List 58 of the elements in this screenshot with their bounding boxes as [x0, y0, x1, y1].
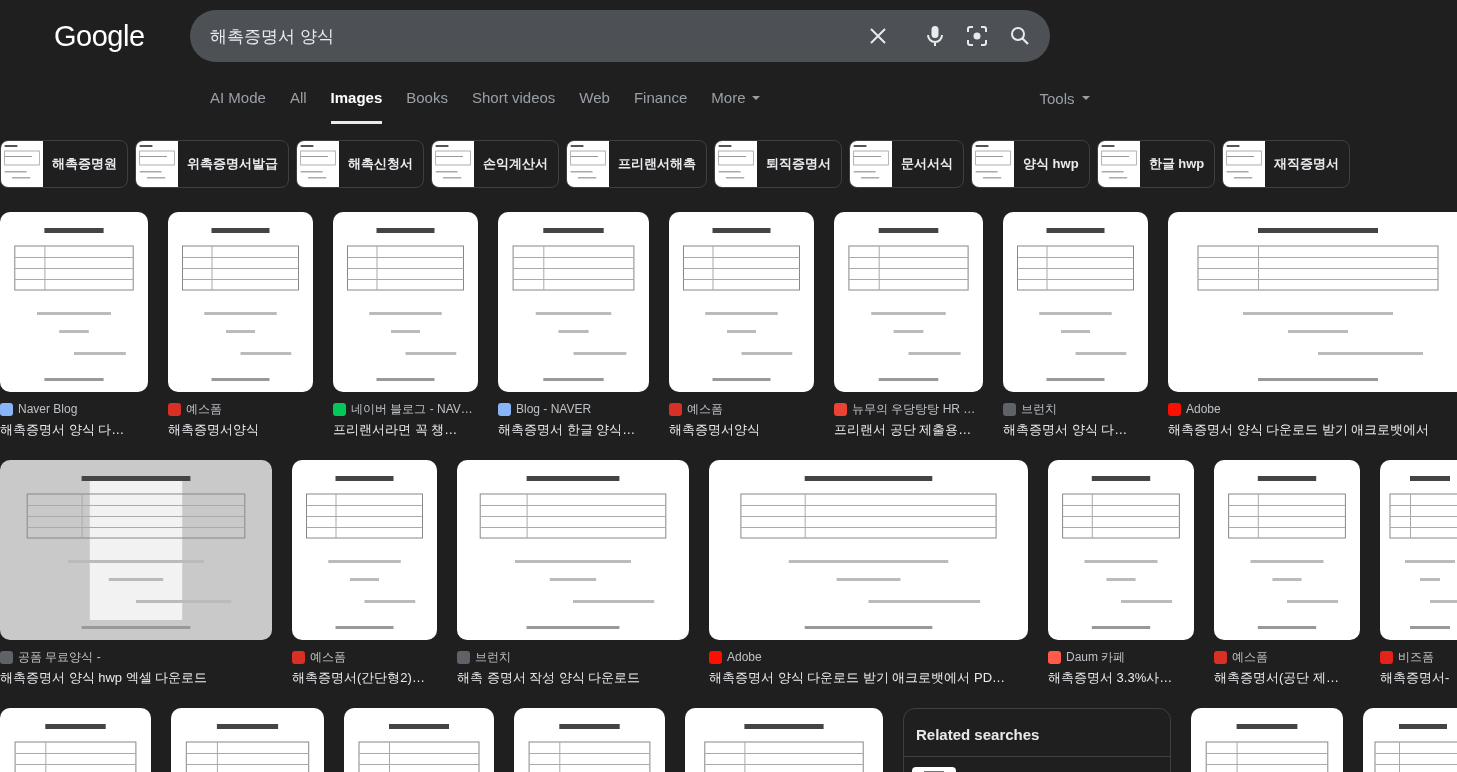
google-logo[interactable]: Google: [54, 19, 190, 53]
result-title[interactable]: 해촉 증명서 작성 양식 다운로드: [457, 669, 641, 687]
result-title[interactable]: 해촉증명서-: [1380, 669, 1450, 687]
result-title[interactable]: 프리랜서라면 꼭 챙…: [333, 421, 458, 439]
source-name: 비즈폼: [1398, 648, 1434, 666]
result-title[interactable]: 해촉증명서 양식 hwp 엑셀 다운로드: [0, 669, 208, 687]
result-title[interactable]: 해촉증명서(공단 제…: [1214, 669, 1339, 687]
caret-icon: [1080, 95, 1091, 101]
source-name: Daum 카페: [1066, 648, 1126, 666]
result-title[interactable]: 해촉증명서 양식 다…: [1003, 421, 1128, 439]
related-search-chip[interactable]: 문서서식: [849, 140, 964, 188]
source-name: 네이버 블로그 - NAV…: [351, 400, 473, 418]
camera-icon[interactable]: [966, 25, 988, 47]
source-name: 공폼 무료양식 -: [18, 648, 101, 666]
related-search-chip[interactable]: 재직증명서: [1222, 140, 1351, 188]
source-name: Adobe: [1186, 402, 1221, 416]
search-tab[interactable]: AI Mode: [210, 72, 266, 124]
result-title[interactable]: 해촉증명서 양식 다…: [0, 421, 125, 439]
result-title[interactable]: 해촉증명서 3.3%사…: [1048, 669, 1173, 687]
search-tab[interactable]: Web: [579, 72, 610, 124]
close-icon[interactable]: [868, 26, 888, 46]
search-tab[interactable]: Books: [406, 72, 448, 124]
result-title[interactable]: 해촉증명서 양식 다운로드 받기 애크로뱃에서 PD…: [709, 669, 1006, 687]
search-tab[interactable]: All: [289, 72, 307, 124]
related-search-chip[interactable]: 손익계산서: [431, 140, 559, 188]
search-tab[interactable]: Finance: [633, 72, 688, 124]
related-search-chip[interactable]: 한글 hwp: [1096, 140, 1216, 188]
search-tab[interactable]: Images: [330, 72, 383, 124]
result-title[interactable]: 해촉증명서 양식 다운로드 받기 애크로뱃에서: [1168, 421, 1430, 439]
tools-button[interactable]: Tools: [1039, 89, 1091, 107]
search-field[interactable]: 해촉증명서 양식: [190, 10, 1050, 62]
microphone-icon[interactable]: [926, 25, 944, 47]
related-search-chip[interactable]: 프리랜서해촉: [566, 140, 707, 188]
source-name: Adobe: [727, 650, 762, 664]
search-icon[interactable]: [1010, 26, 1030, 46]
section-heading: Related searches: [915, 725, 1041, 745]
related-search-chip[interactable]: 양식 hwp: [971, 140, 1090, 188]
result-title[interactable]: 해촉증명서양식: [168, 421, 259, 439]
result-title[interactable]: 해촉증명서(간단형2)…: [292, 669, 425, 687]
search-tab[interactable]: Short videos: [471, 72, 556, 124]
result-title[interactable]: 해촉증명서 한글 양식…: [498, 421, 636, 439]
result-title[interactable]: 프리랜서 공단 제출용…: [834, 421, 972, 439]
source-name: 예스폼: [310, 648, 346, 666]
result-title[interactable]: 해촉증명서양식: [669, 421, 760, 439]
source-name: 예스폼: [186, 400, 222, 418]
source-name: 브런치: [1021, 400, 1057, 418]
source-name: 브런치: [475, 648, 511, 666]
related-search-chip[interactable]: 퇴직증명서: [714, 140, 842, 188]
related-search-chip[interactable]: 위촉증명서발급: [135, 140, 289, 188]
source-name: 예스폼: [687, 400, 723, 418]
source-name: Blog - NAVER: [516, 402, 592, 416]
search-tab[interactable]: More: [711, 72, 762, 124]
source-name: 예스폼: [1232, 648, 1268, 666]
caret-icon: [751, 95, 762, 101]
related-search-chip[interactable]: 해촉신청서: [296, 140, 424, 188]
source-name: Naver Blog: [18, 402, 78, 416]
source-name: 뉴무의 우당탕탕 HR …: [852, 400, 976, 418]
related-search-chip[interactable]: 해촉증명원: [0, 140, 128, 188]
